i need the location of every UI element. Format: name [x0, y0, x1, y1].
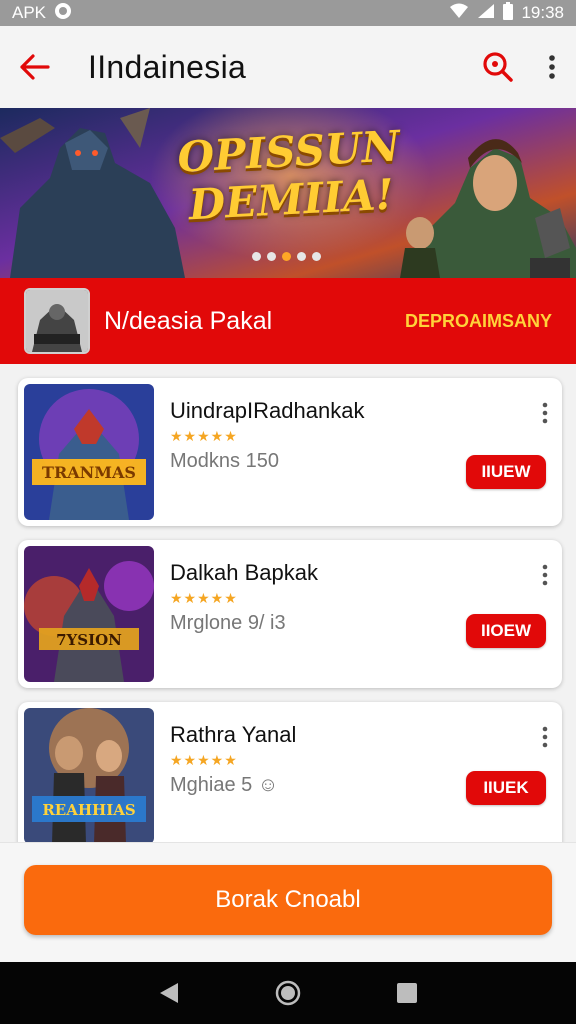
- status-time: 19:38: [521, 3, 564, 22]
- app-thumbnail: TRANMAS: [24, 384, 154, 520]
- app-bar: IIndainesia: [0, 26, 576, 108]
- bottom-action-area: Borak Cnoabl: [0, 842, 576, 963]
- app-thumbnail: 7YSION: [24, 546, 154, 682]
- app-art-text: TRANMAS: [42, 463, 136, 482]
- notification-icon: [54, 2, 72, 25]
- status-carrier: APK: [12, 3, 47, 22]
- rating-stars: ★★★★★: [170, 428, 238, 444]
- app-art-text: 7YSION: [56, 631, 122, 649]
- nav-home-icon[interactable]: [275, 980, 301, 1006]
- carousel-dot[interactable]: [297, 252, 306, 261]
- app-meta: Mghiae 5 ☺: [170, 774, 279, 796]
- carousel-dot[interactable]: [267, 252, 276, 261]
- featured-app-icon: [24, 288, 90, 354]
- more-vert-icon[interactable]: [542, 726, 548, 748]
- back-arrow-icon[interactable]: [20, 54, 50, 80]
- status-bar: APK 19:38: [0, 0, 576, 26]
- app-name: Dalkah Bapkak: [170, 560, 318, 585]
- carousel-dot[interactable]: [312, 252, 321, 261]
- featured-app-strip[interactable]: N/deasia Pakal DEPROAIMSANY: [0, 278, 576, 364]
- primary-cta-button[interactable]: Borak Cnoabl: [24, 865, 552, 935]
- app-card[interactable]: TRANMAS UindrapIRadhankak ★★★★★ Modkns 1…: [18, 378, 562, 526]
- featured-app-tag: DEPROAIMSANY: [404, 310, 552, 331]
- install-button[interactable]: IIOEW: [466, 614, 546, 648]
- carousel-dot-active[interactable]: [282, 252, 291, 261]
- more-vert-icon[interactable]: [542, 402, 548, 424]
- rating-stars: ★★★★★: [170, 590, 238, 606]
- more-vert-icon[interactable]: [542, 564, 548, 586]
- search-icon[interactable]: [482, 51, 514, 83]
- featured-app-name: N/deasia Pakal: [104, 306, 273, 335]
- app-meta: Modkns 150: [170, 450, 279, 472]
- app-card[interactable]: REAHHIAS Rathra Yanal ★★★★★ Mghiae 5 ☺ I…: [18, 702, 562, 852]
- app-art-text: REAHHIAS: [42, 801, 135, 819]
- app-name: UindrapIRadhankak: [170, 398, 365, 423]
- system-nav-bar: [0, 962, 576, 1024]
- app-name: Rathra Yanal: [170, 722, 297, 747]
- app-thumbnail: REAHHIAS: [24, 708, 154, 844]
- wifi-icon: [449, 3, 469, 24]
- app-card[interactable]: 7YSION Dalkah Bapkak ★★★★★ Mrglone 9/ i3…: [18, 540, 562, 688]
- page-title: IIndainesia: [88, 48, 247, 85]
- nav-recents-icon[interactable]: [396, 982, 418, 1004]
- carousel-dot[interactable]: [252, 252, 261, 261]
- install-button[interactable]: IIUEK: [466, 771, 546, 805]
- banner-title: OPISSUN DEMIIA!: [176, 121, 402, 230]
- carousel-indicator: [252, 252, 321, 261]
- rating-stars: ★★★★★: [170, 752, 238, 768]
- app-meta: Mrglone 9/ i3: [170, 612, 286, 634]
- battery-icon: [503, 1, 514, 25]
- more-vert-icon[interactable]: [548, 54, 556, 80]
- promo-banner[interactable]: OPISSUN DEMIIA!: [0, 108, 576, 278]
- signal-icon: [477, 3, 495, 24]
- nav-back-icon[interactable]: [158, 981, 180, 1005]
- install-button[interactable]: IIUEW: [466, 455, 546, 489]
